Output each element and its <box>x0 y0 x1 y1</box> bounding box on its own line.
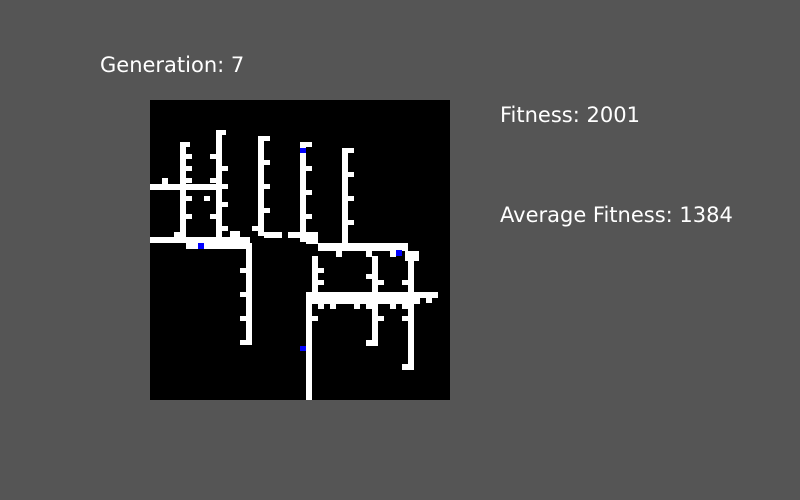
wall-segment <box>318 280 324 285</box>
wall-segment <box>306 298 312 400</box>
wall-segment <box>306 364 312 369</box>
wall-segment <box>180 142 190 147</box>
wall-segment <box>312 316 318 321</box>
wall-segment <box>348 172 354 177</box>
wall-segment <box>186 243 246 249</box>
wall-segment <box>264 160 270 165</box>
wall-segment <box>222 226 228 231</box>
wall-segment <box>264 184 270 189</box>
wall-segment <box>240 292 246 297</box>
wall-segment <box>210 214 216 219</box>
wall-segment <box>342 148 348 248</box>
wall-segment <box>246 243 252 345</box>
fitness-label: Fitness: 2001 <box>500 103 640 127</box>
wall-segment <box>378 316 384 321</box>
wall-segment <box>426 298 432 303</box>
wall-segment <box>402 304 408 309</box>
wall-segment <box>162 178 168 184</box>
wall-segment <box>258 136 264 236</box>
wall-segment <box>306 190 312 195</box>
generation-label: Generation: 7 <box>100 53 245 77</box>
wall-segment <box>390 251 396 257</box>
wall-segment <box>186 154 192 159</box>
simulation-grid <box>150 100 450 400</box>
wall-segment <box>378 280 384 285</box>
wall-segment <box>336 251 342 257</box>
wall-segment <box>300 142 312 147</box>
wall-segment <box>264 232 282 238</box>
wall-segment <box>264 208 270 213</box>
wall-segment <box>402 364 414 370</box>
wall-segment <box>216 130 222 240</box>
wall-segment <box>306 166 312 171</box>
wall-segment <box>402 316 408 321</box>
wall-segment <box>216 130 226 135</box>
wall-segment <box>222 166 228 171</box>
wall-segment <box>402 280 408 285</box>
wall-segment <box>240 340 252 345</box>
wall-segment <box>288 232 318 238</box>
wall-segment <box>366 340 378 346</box>
wall-segment <box>312 298 420 304</box>
wall-segment <box>318 243 408 251</box>
wall-segment <box>342 148 354 153</box>
agent-cell <box>300 148 306 153</box>
wall-segment <box>210 178 216 183</box>
wall-segment <box>258 136 270 141</box>
wall-segment <box>186 166 192 171</box>
wall-segment <box>318 304 324 309</box>
wall-segment <box>318 268 324 273</box>
wall-segment <box>312 256 318 296</box>
agent-cell <box>198 243 204 249</box>
wall-segment <box>186 196 192 201</box>
wall-segment <box>348 220 354 225</box>
wall-segment <box>306 238 318 244</box>
wall-segment <box>210 154 216 159</box>
agent-cell <box>300 346 306 351</box>
wall-segment <box>252 226 258 231</box>
wall-segment <box>348 196 354 201</box>
wall-segment <box>306 388 312 393</box>
wall-segment <box>180 142 186 242</box>
wall-segment <box>204 196 210 201</box>
wall-segment <box>300 142 306 242</box>
wall-segment <box>222 184 228 189</box>
wall-segment <box>240 316 246 321</box>
wall-segment <box>366 304 372 309</box>
simulation-screen: Generation: 7 Fitness: 2001 Average Fitn… <box>0 0 800 500</box>
wall-segment <box>354 304 360 309</box>
wall-segment <box>390 304 396 309</box>
wall-segment <box>330 304 336 309</box>
wall-segment <box>240 268 246 273</box>
wall-segment <box>230 231 240 243</box>
average-fitness-label: Average Fitness: 1384 <box>500 203 733 227</box>
wall-segment <box>306 214 312 219</box>
agent-cell <box>396 250 402 256</box>
wall-segment <box>174 232 180 237</box>
wall-segment <box>222 202 228 207</box>
wall-segment <box>366 274 372 279</box>
wall-segment <box>306 292 438 298</box>
wall-segment <box>186 214 192 219</box>
wall-segment <box>408 256 414 370</box>
wall-segment <box>186 178 192 183</box>
wall-segment <box>366 251 372 257</box>
